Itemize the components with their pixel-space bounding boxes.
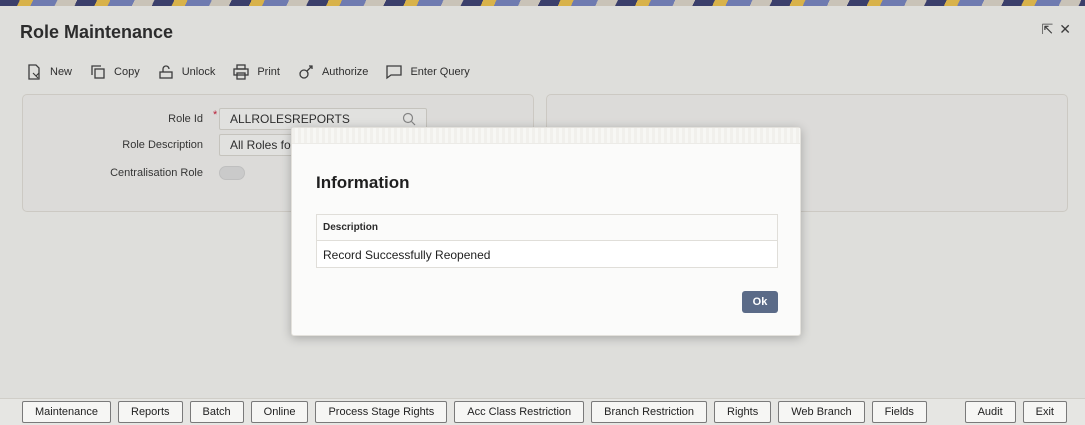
table-header-description: Description bbox=[317, 215, 777, 241]
reports-button[interactable]: Reports bbox=[118, 401, 183, 423]
branch-restriction-button[interactable]: Branch Restriction bbox=[591, 401, 708, 423]
dialog-header-bar[interactable] bbox=[292, 128, 800, 144]
web-branch-button[interactable]: Web Branch bbox=[778, 401, 865, 423]
table-row-message: Record Successfully Reopened bbox=[323, 247, 491, 262]
rights-button[interactable]: Rights bbox=[714, 401, 772, 423]
message-table: Description Record Successfully Reopened bbox=[316, 214, 778, 268]
maintenance-button[interactable]: Maintenance bbox=[22, 401, 111, 423]
information-dialog: Information Description Record Successfu… bbox=[291, 127, 801, 336]
dialog-title: Information bbox=[316, 173, 410, 192]
bottom-button-bar: Maintenance Reports Batch Online Process… bbox=[0, 398, 1085, 425]
process-stage-rights-button[interactable]: Process Stage Rights bbox=[315, 401, 448, 423]
ok-button[interactable]: Ok bbox=[742, 291, 778, 313]
online-button[interactable]: Online bbox=[250, 401, 309, 423]
batch-button[interactable]: Batch bbox=[189, 401, 244, 423]
fields-button[interactable]: Fields bbox=[871, 401, 927, 423]
acc-class-restriction-button[interactable]: Acc Class Restriction bbox=[454, 401, 585, 423]
audit-button[interactable]: Audit bbox=[964, 401, 1016, 423]
exit-button[interactable]: Exit bbox=[1022, 401, 1067, 423]
